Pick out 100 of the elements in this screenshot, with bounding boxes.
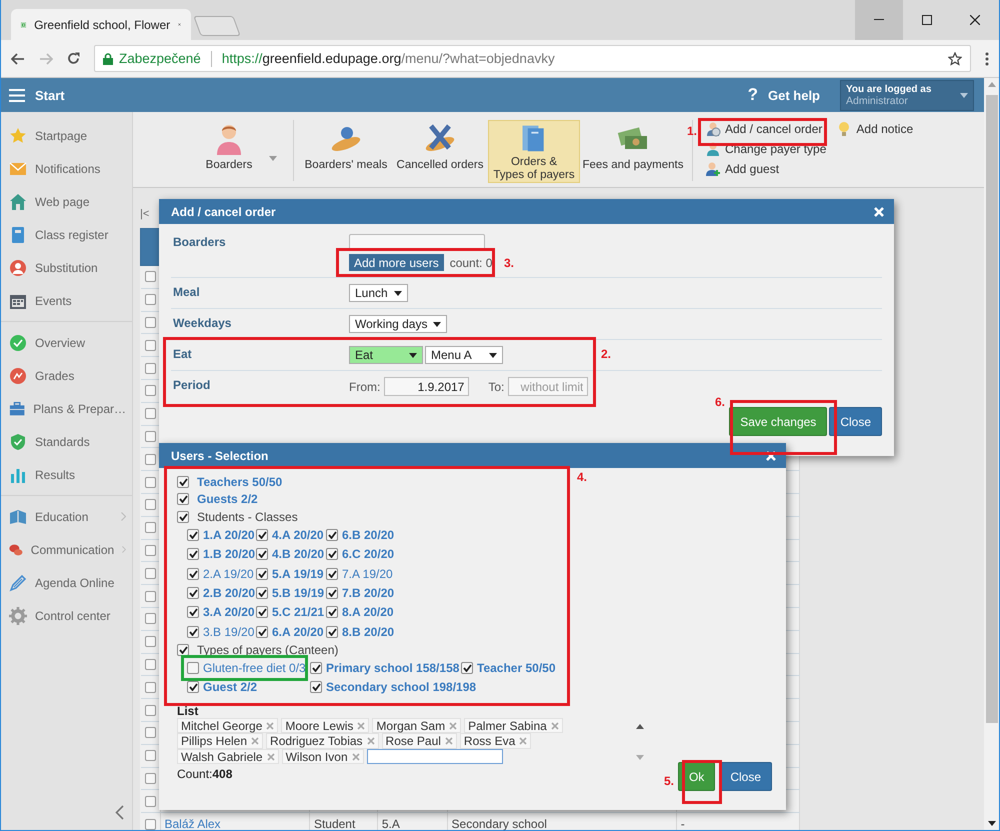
row-checkbox[interactable] [144, 772, 156, 784]
row-checkbox[interactable] [144, 727, 156, 738]
user-group-link[interactable]: Guest 2/2 [203, 680, 258, 694]
sidebar-item[interactable]: Communication [1, 533, 132, 566]
new-tab-button[interactable] [193, 16, 241, 36]
row-checkbox[interactable] [144, 636, 156, 648]
checkbox[interactable] [256, 626, 268, 638]
row-checkbox[interactable] [144, 704, 156, 716]
remove-icon[interactable] [444, 737, 453, 746]
sidebar-item[interactable]: Agenda Online [1, 566, 132, 599]
user-group-link[interactable]: 1.B 20/20 [203, 547, 256, 562]
checkbox[interactable] [177, 510, 189, 523]
checkbox[interactable] [256, 587, 268, 600]
checkbox[interactable] [256, 606, 268, 618]
remove-icon[interactable] [366, 737, 375, 746]
more-icon[interactable] [985, 52, 989, 66]
user-group-link[interactable]: 6.C 20/20 [342, 547, 394, 562]
dropdown[interactable]: Eat [349, 346, 423, 364]
module-button[interactable]: Boarders' meals [300, 120, 392, 187]
sidebar-item[interactable]: Results [1, 458, 132, 491]
checkbox[interactable] [326, 626, 338, 638]
back-icon[interactable] [11, 52, 25, 64]
start-link[interactable]: Start [35, 88, 65, 102]
user-chip[interactable]: Walsh Gabriele [177, 748, 279, 764]
user-group-link[interactable]: Gluten-free diet 0/3 [203, 661, 306, 676]
remove-icon[interactable] [357, 722, 366, 730]
sidebar-item[interactable]: Education [1, 500, 132, 533]
row-checkbox[interactable] [144, 385, 156, 396]
checkbox[interactable] [326, 529, 338, 542]
star-icon[interactable] [948, 52, 962, 66]
user-group-link[interactable]: Teacher 50/50 [477, 661, 556, 676]
checkbox[interactable] [187, 606, 199, 618]
sidebar-item[interactable]: Overview [1, 326, 132, 359]
user-group-link[interactable]: 3.B 19/20 [203, 624, 254, 639]
user-chip[interactable]: Ross Eva [460, 733, 532, 749]
scroll-down-icon[interactable] [636, 755, 644, 760]
user-chip[interactable]: Pillips Helen [177, 733, 264, 749]
module-button[interactable]: Boarders [173, 120, 285, 187]
user-chip[interactable]: Wilson Ivon [282, 748, 364, 764]
close-icon[interactable] [766, 450, 776, 460]
row-checkbox[interactable] [144, 408, 156, 420]
scrollbar-thumb[interactable] [986, 95, 998, 723]
user-group-link[interactable]: 4.A 20/20 [272, 528, 324, 542]
checkbox[interactable] [177, 493, 189, 506]
user-group-link[interactable]: 4.B 20/20 [272, 547, 324, 562]
row-checkbox[interactable] [144, 682, 156, 693]
sidebar-item[interactable]: Startpage [1, 119, 132, 152]
checkbox[interactable] [256, 529, 268, 542]
confirm-button[interactable]: Save changes [729, 407, 828, 436]
row-checkbox[interactable] [144, 568, 156, 579]
checkbox[interactable] [187, 626, 199, 638]
account-menu[interactable]: You are logged as Administrator [840, 80, 974, 110]
help-icon[interactable]: ? [748, 85, 758, 105]
sidebar-item[interactable]: Class register [1, 218, 132, 251]
user-group-link[interactable]: 6.A 20/20 [272, 624, 324, 639]
sidebar-item[interactable]: Notifications [1, 152, 132, 185]
toolbar-action[interactable]: Add notice [836, 120, 914, 138]
user-group-link[interactable]: 5.A 19/19 [272, 566, 324, 581]
user-group-link[interactable]: 2.A 19/20 [203, 566, 254, 581]
remove-icon[interactable] [266, 722, 274, 730]
checkbox[interactable] [256, 568, 268, 580]
remove-icon[interactable] [519, 737, 528, 746]
row-checkbox[interactable] [144, 499, 156, 510]
user-chip[interactable]: Rodriguez Tobias [266, 733, 379, 749]
module-button[interactable]: Cancelled orders [394, 120, 486, 187]
user-group-link[interactable]: Teachers 50/50 [197, 474, 282, 489]
user-group-link[interactable]: 6.B 20/20 [342, 528, 394, 542]
sidebar-item[interactable]: Web page [1, 185, 132, 218]
row-checkbox[interactable] [144, 271, 156, 282]
row-checkbox[interactable] [144, 430, 156, 442]
checkbox[interactable] [187, 529, 199, 542]
user-group-link[interactable]: 8.A 20/20 [342, 605, 394, 620]
user-group-link[interactable]: 7.B 20/20 [342, 586, 394, 600]
checkbox[interactable] [310, 681, 322, 694]
user-chip[interactable]: Morgan Sam [372, 718, 462, 734]
user-group-link[interactable]: 2.B 20/20 [203, 586, 256, 600]
row-checkbox[interactable] [144, 658, 156, 670]
user-group-link[interactable]: Secondary school 198/198 [326, 680, 476, 694]
browser-tab[interactable]: Greenfield school, Flower [11, 9, 191, 40]
user-group-link[interactable]: 5.C 21/21 [272, 605, 324, 620]
row-checkbox[interactable] [144, 476, 156, 488]
checkbox[interactable] [326, 568, 338, 580]
module-button[interactable]: Fees and payments [582, 120, 684, 187]
reload-icon[interactable] [67, 52, 80, 65]
address-field[interactable]: Zabezpečené https://greenfield.edupage.org/menu/?what=objednavky [94, 45, 971, 72]
sidebar-item[interactable]: Events [1, 284, 132, 317]
row-checkbox[interactable] [144, 590, 156, 602]
close-icon[interactable] [874, 206, 884, 216]
checkbox[interactable] [187, 681, 199, 694]
user-group-link[interactable]: Primary school 158/158 [326, 661, 460, 676]
checkbox[interactable] [461, 662, 473, 674]
row-checkbox[interactable] [144, 316, 156, 328]
input-field[interactable] [366, 748, 503, 764]
user-group-link[interactable]: 8.B 20/20 [342, 624, 394, 639]
row-checkbox[interactable] [144, 340, 156, 351]
checkbox[interactable] [187, 587, 199, 600]
menu-icon[interactable] [9, 88, 25, 102]
checkbox[interactable] [310, 662, 322, 674]
checkbox[interactable] [177, 476, 189, 488]
scrollbar[interactable] [984, 78, 999, 830]
